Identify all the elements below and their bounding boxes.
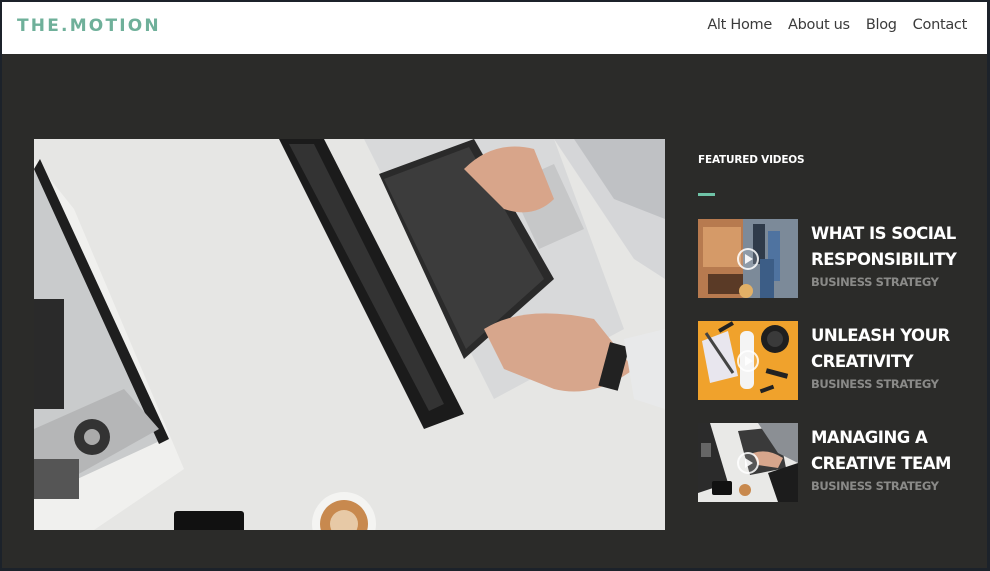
video-category[interactable]: BUSINESS STRATEGY	[811, 377, 939, 391]
main-nav: Alt Home About us Blog Contact	[707, 17, 967, 33]
play-icon[interactable]	[737, 350, 759, 372]
play-icon[interactable]	[737, 452, 759, 474]
laptop-photo	[34, 139, 665, 530]
video-title[interactable]: Managing a Creative Team	[811, 425, 981, 477]
video-category[interactable]: BUSINESS STRATEGY	[811, 479, 939, 493]
site-logo[interactable]: THE.MOTION	[17, 16, 161, 36]
nav-alt-home[interactable]: Alt Home	[707, 17, 772, 33]
hero-image[interactable]	[34, 139, 665, 530]
nav-blog[interactable]: Blog	[866, 17, 897, 33]
video-item[interactable]: Managing a Creative Team BUSINESS STRATE…	[698, 423, 978, 503]
video-item[interactable]: What is Social Responsibility BUSINESS S…	[698, 219, 978, 299]
video-title[interactable]: Unleash your Creativity	[811, 323, 981, 375]
video-title[interactable]: What is Social Responsibility	[811, 221, 981, 273]
page: THE.MOTION Alt Home About us Blog Contac…	[2, 2, 987, 568]
video-thumbnail[interactable]	[698, 219, 798, 298]
video-thumbnail[interactable]	[698, 321, 798, 400]
site-header: THE.MOTION Alt Home About us Blog Contac…	[2, 2, 987, 54]
play-icon[interactable]	[737, 248, 759, 270]
video-category[interactable]: BUSINESS STRATEGY	[811, 275, 939, 289]
nav-about-us[interactable]: About us	[788, 17, 850, 33]
featured-videos-title: FEATURED VIDEOS	[698, 154, 805, 166]
accent-divider	[698, 193, 715, 196]
video-thumbnail[interactable]	[698, 423, 798, 502]
video-item[interactable]: Unleash your Creativity BUSINESS STRATEG…	[698, 321, 978, 401]
nav-contact[interactable]: Contact	[913, 17, 968, 33]
